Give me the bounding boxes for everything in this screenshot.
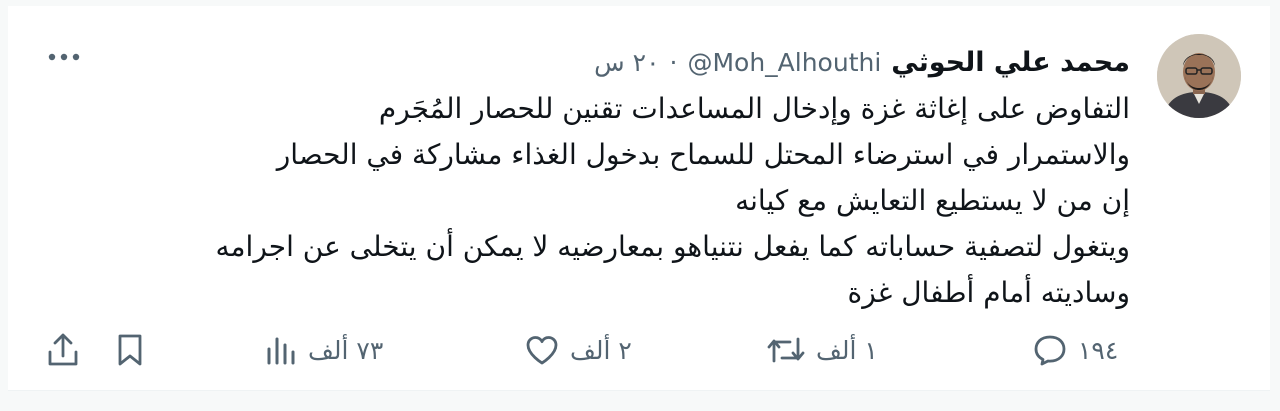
more-options-button[interactable] [44, 42, 84, 72]
tweet-text-line: والاستمرار في استرضاء المحتل للسماح بدخو… [276, 138, 1130, 171]
author-avatar[interactable] [1157, 34, 1241, 118]
repost-button[interactable]: ١ ألف [766, 328, 878, 372]
reply-button[interactable]: ١٩٤ [1032, 328, 1118, 372]
tweet-text-line: إن من لا يستطيع التعايش مع كيانه [735, 184, 1130, 217]
like-count: ٢ ألف [570, 335, 632, 365]
tweet-action-bar: ١٩٤ ١ ألف ٢ ألف ٧٣ ألف [8, 328, 1270, 372]
share-button[interactable] [46, 328, 80, 372]
tweet-timestamp[interactable]: ٢٠ س [594, 48, 659, 77]
reply-count: ١٩٤ [1078, 335, 1119, 365]
tweet-text: التفاوض على إغاثة غزة وإدخال المساعدات ت… [70, 86, 1130, 316]
tweet-card[interactable]: محمد علي الحوثي @Moh_Alhouthi · ٢٠ س الت… [8, 6, 1270, 391]
author-handle[interactable]: @Moh_Alhouthi [687, 48, 881, 77]
more-horizontal-icon [48, 53, 80, 61]
views-bar-chart-icon [267, 337, 295, 365]
share-upload-icon [48, 333, 78, 366]
heart-icon [526, 336, 558, 365]
repost-count: ١ ألف [816, 335, 878, 365]
page-background: محمد علي الحوثي @Moh_Alhouthi · ٢٠ س الت… [0, 0, 1280, 411]
like-button[interactable]: ٢ ألف [524, 328, 632, 372]
author-portrait-image [1157, 34, 1241, 118]
repost-arrows-icon [767, 337, 805, 363]
tweet-header: محمد علي الحوثي @Moh_Alhouthi · ٢٠ س [594, 44, 1130, 80]
reply-bubble-icon [1034, 335, 1066, 366]
header-separator: · [669, 47, 678, 77]
tweet-text-line: التفاوض على إغاثة غزة وإدخال المساعدات ت… [378, 92, 1130, 125]
views-button[interactable]: ٧٣ ألف [264, 328, 383, 372]
bookmark-icon [118, 334, 142, 366]
bookmark-button[interactable] [114, 328, 146, 372]
tweet-text-line: وساديته أمام أطفال غزة [847, 276, 1130, 309]
views-count: ٧٣ ألف [308, 335, 384, 365]
tweet-text-line: ويتغول لتصفية حساباته كما يفعل نتنياهو ب… [215, 230, 1130, 263]
author-display-name[interactable]: محمد علي الحوثي [891, 47, 1130, 78]
